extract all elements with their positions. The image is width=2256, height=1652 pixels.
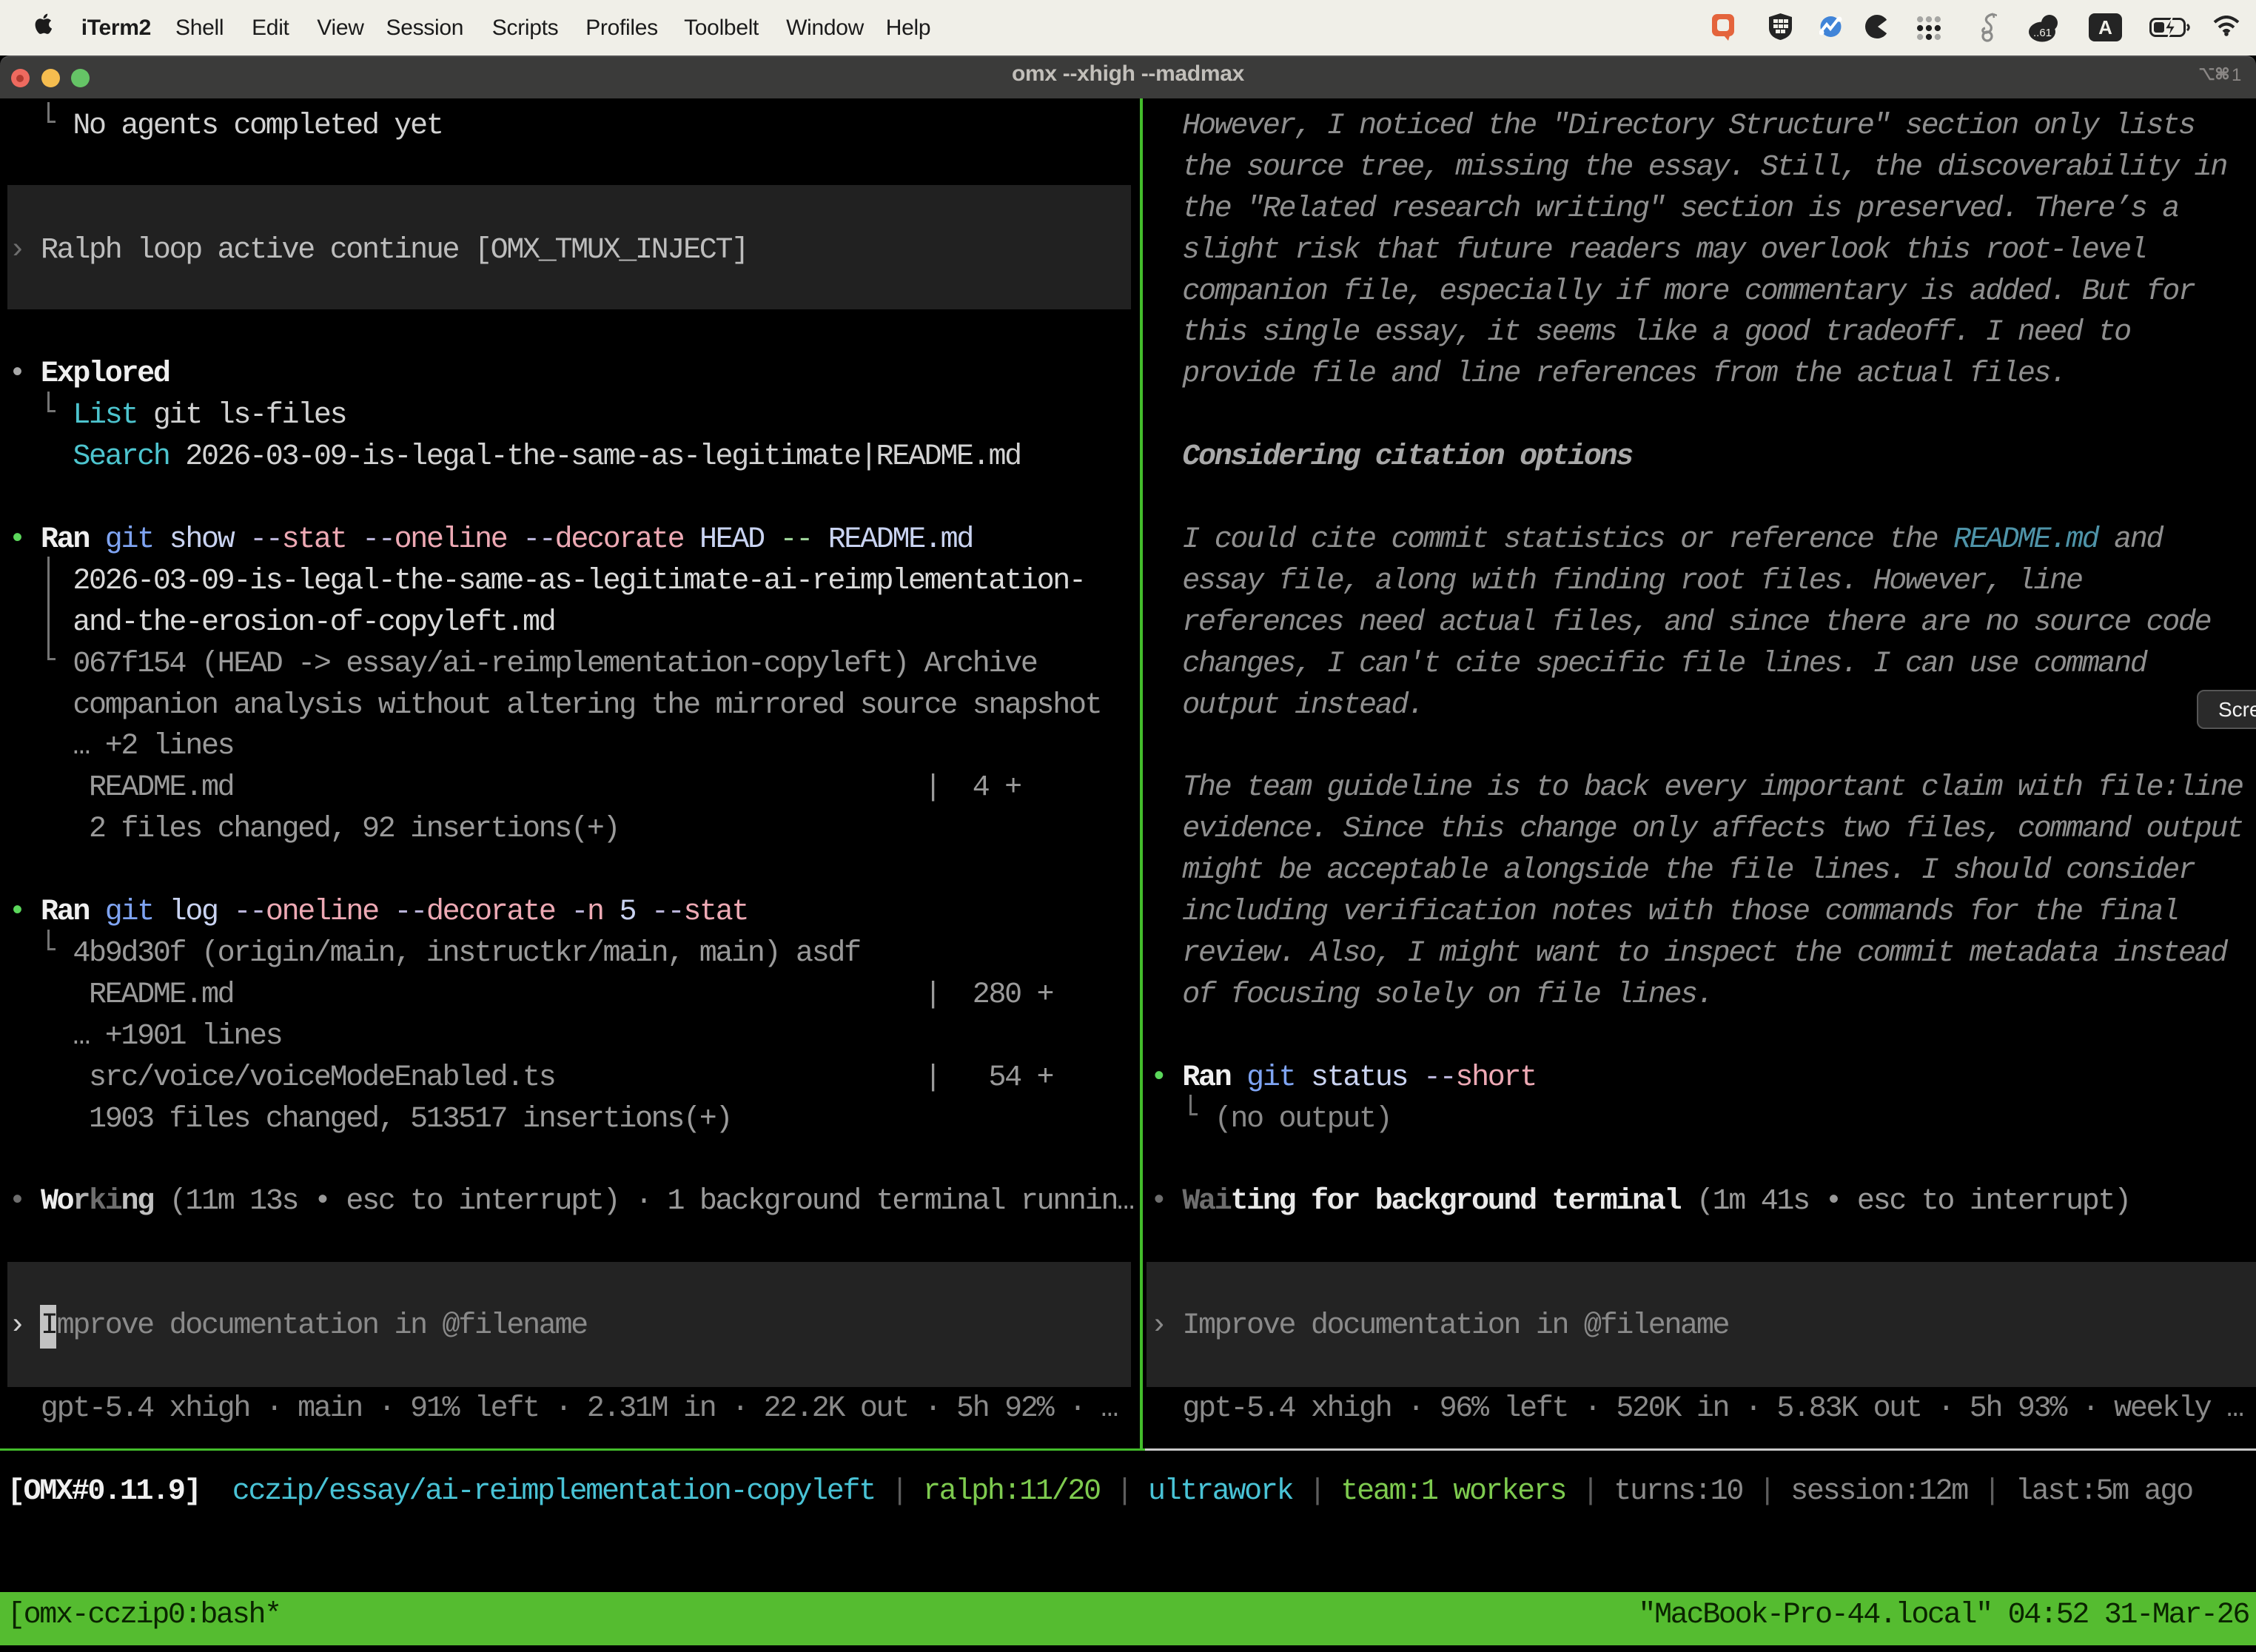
svg-text:..61: ..61	[2033, 27, 2052, 39]
svg-text:1: 1	[2232, 66, 2241, 85]
